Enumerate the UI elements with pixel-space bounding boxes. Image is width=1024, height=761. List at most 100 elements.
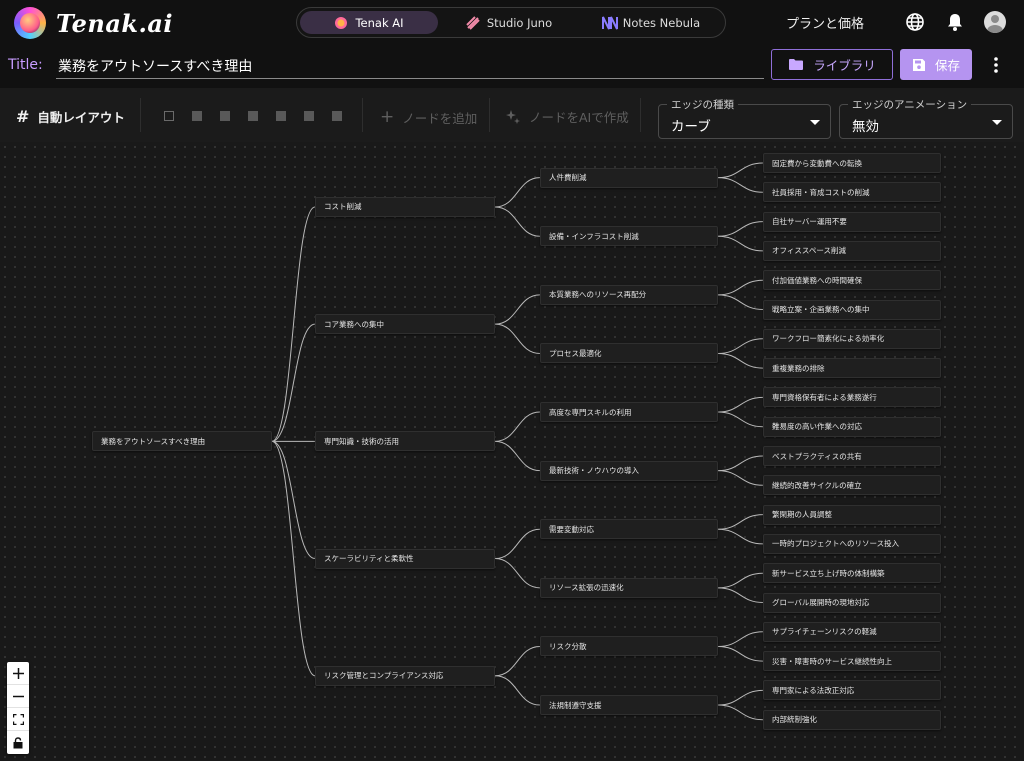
mindmap-leaf-node[interactable]: 固定費から変動費への転換 <box>763 153 941 173</box>
mindmap-leaf-node[interactable]: オフィススペース削減 <box>763 240 941 261</box>
mindmap-edge <box>494 528 541 560</box>
mindmap-edge <box>271 440 316 560</box>
mindmap-edge <box>494 294 541 325</box>
mindmap-edge <box>717 455 764 472</box>
add-node-button[interactable]: + ノードを追加 <box>380 107 477 127</box>
mindmap-leaf-node[interactable]: 継続的改善サイクルの確立 <box>763 475 941 496</box>
mindmap-leaf-node[interactable]: 難易度の高い作業への対応 <box>763 416 941 437</box>
mindmap-leaf-node[interactable]: 重複業務の排除 <box>763 358 941 379</box>
mindmap-branch-node[interactable]: コスト削減 <box>315 196 495 217</box>
mindmap-sub-node[interactable]: 設備・インフラコスト削減 <box>540 226 718 247</box>
save-button[interactable]: 保存 <box>900 49 972 80</box>
mindmap-edge <box>717 294 764 310</box>
zoom-out-button[interactable] <box>7 685 29 708</box>
shape-square-icon[interactable] <box>332 111 342 121</box>
lock-icon <box>13 736 23 749</box>
mindmap-leaf-node[interactable]: サプライチェーンリスクの軽減 <box>763 621 941 642</box>
brand[interactable]: Tenak.ai <box>14 7 173 39</box>
auto-layout-button[interactable]: # 自動レイアウト <box>16 107 125 126</box>
mindmap-edge <box>494 177 541 208</box>
library-button-label: ライブラリ <box>813 58 876 73</box>
divider <box>489 98 490 132</box>
mindmap-leaf-node[interactable]: 内部統制強化 <box>763 709 941 730</box>
mindmap-leaf-node[interactable]: 専門資格保有者による業務遂行 <box>763 387 941 408</box>
mindmap-branch-node[interactable]: コア業務への集中 <box>315 314 495 335</box>
mindmap-sub-node[interactable]: 本質業務へのリソース再配分 <box>540 284 718 305</box>
mindmap-sub-node[interactable]: リスク分散 <box>540 636 718 657</box>
caret-down-icon <box>810 120 820 125</box>
switcher-tab-tenak-ai[interactable]: Tenak AI <box>300 11 438 34</box>
edge-animation-legend: エッジのアニメーション <box>848 97 972 112</box>
mindmap-leaf-node[interactable]: 新サービス立ち上げ時の体制構築 <box>763 563 941 584</box>
sparkle-icon <box>505 109 521 125</box>
mindmap-leaf-node[interactable]: 社員採用・育成コストの削減 <box>763 182 941 203</box>
mindmap-sub-node[interactable]: 最新技術・ノウハウの導入 <box>540 460 718 481</box>
mindmap-sub-node[interactable]: 高度な専門スキルの利用 <box>540 402 718 423</box>
switcher-tab-studio-juno[interactable]: Studio Juno <box>438 11 580 34</box>
globe-icon[interactable] <box>902 9 928 35</box>
mindmap-leaf-node[interactable]: 繁閑期の人員調整 <box>763 504 941 525</box>
caret-down-icon <box>992 120 1002 125</box>
mindmap-leaf-node[interactable]: ベストプラクティスの共有 <box>763 446 941 466</box>
edge-type-legend: エッジの種類 <box>667 97 738 112</box>
divider <box>362 98 363 132</box>
mindmap-edge <box>271 206 316 442</box>
mindmap-canvas[interactable]: 固定費から変動費への転換 社員採用・育成コストの削減 人件費削減自社サーバー運用不要… <box>0 142 1024 761</box>
mindmap-branch-node[interactable]: リスク管理とコンプライアンス対応 <box>315 665 495 686</box>
mindmap-sub-node[interactable]: プロセス最適化 <box>540 343 718 364</box>
mindmap-edge <box>717 689 764 706</box>
mindmap-edge <box>717 338 764 354</box>
edge-animation-select[interactable]: エッジのアニメーション 無効 <box>839 97 1013 139</box>
mindmap-edge <box>717 235 764 252</box>
mindmap-leaf-node[interactable]: 自社サーバー運用不要 <box>763 211 941 232</box>
bell-icon[interactable] <box>942 9 968 35</box>
mindmap-edge <box>717 177 764 193</box>
studio-juno-icon <box>466 15 480 30</box>
mindmap-edge <box>717 572 764 589</box>
mindmap-edge <box>717 631 764 647</box>
lock-button[interactable] <box>7 731 29 754</box>
title-input[interactable] <box>56 53 764 79</box>
mindmap-edge <box>717 645 764 662</box>
shape-square-icon[interactable] <box>192 111 202 121</box>
brand-logo-icon <box>14 7 46 39</box>
zoom-in-button[interactable] <box>7 662 29 685</box>
mindmap-branch-node[interactable]: 専門知識・技術の活用 <box>315 431 495 452</box>
mindmap-leaf-node[interactable]: 専門家による法改正対応 <box>763 680 941 701</box>
mindmap-edge <box>717 221 764 237</box>
shape-square-icon[interactable] <box>276 111 286 121</box>
switcher-tab-notes-nebula[interactable]: Notes Nebula <box>580 11 722 34</box>
shape-square-icon[interactable] <box>248 111 258 121</box>
mindmap-sub-node[interactable]: 人件費削減 <box>540 167 718 188</box>
mindmap-sub-node[interactable]: 需要変動対応 <box>540 519 718 540</box>
avatar[interactable] <box>984 11 1006 33</box>
mindmap-leaf-node[interactable]: 付加価値業務への時間確保 <box>763 270 941 291</box>
title-label: Title: <box>8 57 43 73</box>
fit-view-button[interactable] <box>7 708 29 731</box>
app-switcher: Tenak AI Studio Juno Notes Nebula <box>296 7 726 38</box>
edge-type-select[interactable]: エッジの種類 カーブ <box>658 97 831 139</box>
mindmap-leaf-node[interactable]: 戦略立案・企画業務への集中 <box>763 299 941 320</box>
mindmap-leaf-node[interactable]: ワークフロー簡素化による効率化 <box>763 328 941 349</box>
mindmap-leaf-node[interactable]: 一時的プロジェクトへのリソース投入 <box>763 533 941 554</box>
mindmap-edge <box>717 528 764 545</box>
mindmap-sub-node[interactable]: リソース拡張の迅速化 <box>540 577 718 598</box>
plus-icon: + <box>380 107 395 127</box>
more-options-icon[interactable] <box>986 54 1006 76</box>
mindmap-edge <box>717 396 764 413</box>
mindmap-branch-node[interactable]: スケーラビリティと柔軟性 <box>315 548 495 569</box>
mindmap-leaf-node[interactable]: グローバル展開時の現地対応 <box>763 592 941 613</box>
shape-square-icon[interactable] <box>220 111 230 121</box>
save-icon <box>912 58 926 72</box>
shape-square-outline-icon[interactable] <box>164 111 174 121</box>
brand-name: Tenak.ai <box>56 8 174 38</box>
mindmap-edge <box>494 675 541 706</box>
pricing-link[interactable]: プランと価格 <box>786 13 864 32</box>
header-actions: プランと価格 <box>786 9 1006 35</box>
ai-create-node-button[interactable]: ノードをAIで作成 <box>505 107 629 126</box>
mindmap-sub-node[interactable]: 法規制遵守支援 <box>540 695 718 716</box>
mindmap-leaf-node[interactable]: 災害・障害時のサービス継続性向上 <box>763 651 941 672</box>
mindmap-root-node[interactable]: 業務をアウトソースすべき理由 <box>92 431 272 452</box>
shape-square-icon[interactable] <box>304 111 314 121</box>
library-button[interactable]: ライブラリ <box>771 49 893 80</box>
